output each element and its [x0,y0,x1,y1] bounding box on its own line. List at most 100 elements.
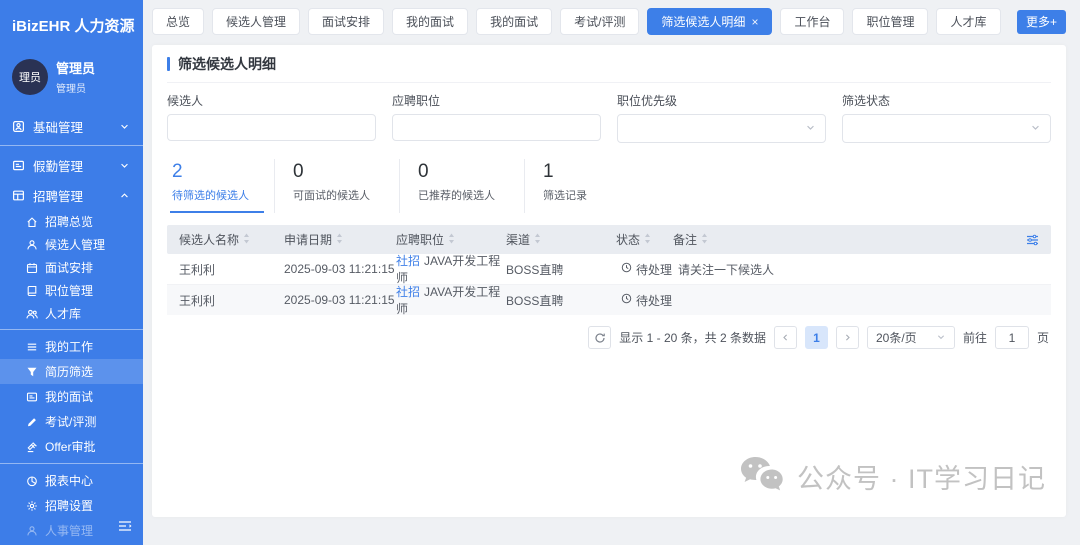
tab-label: 我的面试 [406,13,454,30]
cell-applied-position: 社招JAVA开发工程师 [396,252,506,286]
tab-talent-pool[interactable]: 人才库 [936,8,1000,35]
sidebar-item-resume-screening[interactable]: 简历筛选 [0,359,143,384]
recruit-type-tag[interactable]: 社招 [396,254,420,268]
column-channel[interactable]: 渠道 [506,231,616,248]
tab-bar: 总览 候选人管理 面试安排 我的面试 我的面试 考试/评测 筛选候选人明细 × … [152,8,1066,35]
column-status[interactable]: 状态 [616,231,673,248]
close-icon[interactable]: × [751,16,758,28]
tab-label: 工作台 [794,13,830,30]
tab-candidate-mgmt[interactable]: 候选人管理 [212,8,300,35]
stat-tab-recommended[interactable]: 0 已推荐的候选人 [399,159,524,213]
chevron-down-icon [805,120,816,138]
user-role: 管理员 [56,80,95,95]
calendar-icon [25,390,38,403]
clock-icon [621,293,632,307]
user-profile[interactable]: 理员 管理员 管理员 [0,44,143,111]
column-label: 申请日期 [284,231,332,248]
sort-icon[interactable] [336,233,343,247]
recruit-type-tag[interactable]: 社招 [396,285,420,299]
sidebar-divider [0,463,143,464]
sidebar-item-position-mgmt[interactable]: 职位管理 [0,279,143,302]
sidebar-item-interview-schedule[interactable]: 面试安排 [0,256,143,279]
sort-icon[interactable] [644,233,651,247]
sidebar-item-attendance-mgmt[interactable]: 假勤管理 [0,150,143,180]
sort-icon[interactable] [701,233,708,247]
sidebar-item-candidate-mgmt[interactable]: 候选人管理 [0,233,143,256]
cell-remark: 请关注一下候选人 [678,261,1039,278]
goto-page-input[interactable] [995,326,1029,349]
priority-filter-select[interactable] [617,114,826,143]
app-logo: iBizEHR 人力资源 [0,0,143,44]
sidebar-item-recruit-mgmt[interactable]: 招聘管理 [0,180,143,210]
pagination-summary: 显示 1 - 20 条，共 2 条数据 [619,329,766,346]
filter-label: 应聘职位 [392,92,601,109]
pagination: 显示 1 - 20 条，共 2 条数据 1 20条/页 前往 页 [167,315,1051,360]
stat-tab-pending-screening[interactable]: 2 待筛选的候选人 [167,159,274,213]
tab-position-mgmt[interactable]: 职位管理 [852,8,928,35]
chevron-down-icon [936,331,946,345]
table-row[interactable]: 王利利 2025-09-03 11:21:15 社招JAVA开发工程师 BOSS… [167,254,1051,285]
pie-chart-icon [25,474,38,487]
status-filter-select[interactable] [842,114,1051,143]
column-label: 应聘职位 [396,231,444,248]
column-remark[interactable]: 备注 [673,231,1026,248]
tab-overview[interactable]: 总览 [152,8,204,35]
avatar: 理员 [12,59,48,95]
attendance-card-icon [12,159,25,172]
column-label: 候选人名称 [179,231,239,248]
refresh-button[interactable] [588,326,611,349]
sidebar-item-offer-approval[interactable]: Offer审批 [0,434,143,459]
column-candidate-name[interactable]: 候选人名称 [179,231,284,248]
content-card: 筛选候选人明细 候选人 应聘职位 职位优先级 筛选 [152,45,1066,517]
sidebar-item-recruit-settings[interactable]: 招聘设置 [0,493,143,518]
candidates-table: 候选人名称 申请日期 应聘职位 渠道 [167,225,1051,315]
sidebar-item-recruit-overview[interactable]: 招聘总览 [0,210,143,233]
goto-suffix: 页 [1037,329,1049,346]
more-tabs-button[interactable]: 更多+ [1017,10,1066,34]
column-applied-position[interactable]: 应聘职位 [396,231,506,248]
next-page-button[interactable] [836,326,859,349]
sidebar-item-talent-pool[interactable]: 人才库 [0,302,143,325]
stat-tab-interviewable[interactable]: 0 可面试的候选人 [274,159,399,213]
clock-icon [621,262,632,276]
sidebar-item-my-interviews[interactable]: 我的面试 [0,384,143,409]
sidebar-menu: 基础管理 假勤管理 招聘管理 招聘总览 候选人管理 [0,111,143,545]
candidate-filter-input[interactable] [167,114,376,141]
column-apply-date[interactable]: 申请日期 [284,231,396,248]
collapse-sidebar-icon[interactable] [117,519,133,538]
user-name: 管理员 [56,58,95,77]
tab-label: 职位管理 [866,13,914,30]
column-settings-icon[interactable] [1026,234,1039,246]
chevron-down-icon [1030,120,1041,138]
sort-icon[interactable] [534,233,541,247]
table-row[interactable]: 王利利 2025-09-03 11:21:15 社招JAVA开发工程师 BOSS… [167,285,1051,315]
prev-page-button[interactable] [774,326,797,349]
sidebar-item-my-work[interactable]: 我的工作 [0,334,143,359]
sort-icon[interactable] [243,233,250,247]
wechat-icon [739,454,785,499]
page-size-select[interactable]: 20条/页 [867,326,955,349]
sort-icon[interactable] [448,233,455,247]
sidebar-item-basic-mgmt[interactable]: 基础管理 [0,111,143,141]
sidebar-item-report-center[interactable]: 报表中心 [0,468,143,493]
sidebar-item-label: 招聘设置 [45,497,93,514]
tab-workbench[interactable]: 工作台 [780,8,844,35]
tab-screening-detail[interactable]: 筛选候选人明细 × [647,8,772,35]
tab-label: 总览 [166,13,190,30]
stat-label: 筛选记录 [543,187,635,213]
tab-exam-eval[interactable]: 考试/评测 [560,8,639,35]
sidebar-item-label: Offer审批 [45,438,95,455]
tab-my-interview-1[interactable]: 我的面试 [392,8,468,35]
gear-icon [25,499,38,512]
page-number-button[interactable]: 1 [805,326,828,349]
layout-icon [12,189,25,202]
position-filter-input[interactable] [392,114,601,141]
sidebar-item-exam-eval[interactable]: 考试/评测 [0,409,143,434]
cell-status: 待处理 [621,292,678,309]
stat-tab-screening-records[interactable]: 1 筛选记录 [524,159,649,213]
stat-tabs: 2 待筛选的候选人 0 可面试的候选人 0 已推荐的候选人 1 筛选记录 [167,146,1051,213]
tab-interview-schedule[interactable]: 面试安排 [308,8,384,35]
tab-my-interview-2[interactable]: 我的面试 [476,8,552,35]
chevron-down-icon [118,120,131,133]
cell-status: 待处理 [621,261,678,278]
